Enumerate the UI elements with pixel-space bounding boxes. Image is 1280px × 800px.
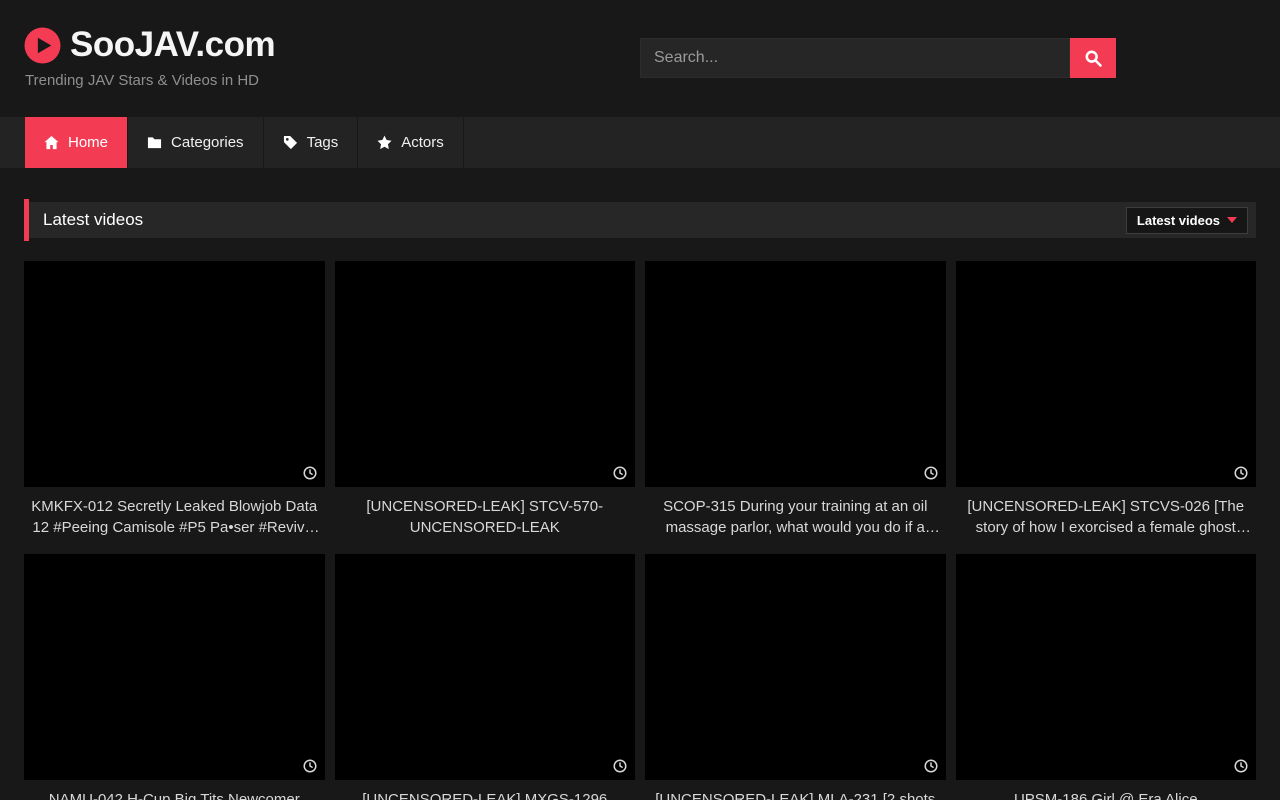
video-card: NAMU-042 H-Cup Big Tits Newcomer (170cm … <box>24 554 325 800</box>
search-form <box>640 38 1116 78</box>
site-header: SooJAV.com Trending JAV Stars & Videos i… <box>0 0 1280 117</box>
nav-item-categories[interactable]: Categories <box>128 117 264 168</box>
star-icon <box>377 135 392 150</box>
sort-dropdown-label: Latest videos <box>1137 213 1220 228</box>
nav-item-tags[interactable]: Tags <box>264 117 359 168</box>
search-input[interactable] <box>640 38 1070 78</box>
nav-item-label: Home <box>68 134 108 151</box>
main-nav: Home Categories Tags Actors <box>0 117 1280 168</box>
nav-item-home[interactable]: Home <box>25 117 128 168</box>
video-title[interactable]: SCOP-315 During your training at an oil … <box>649 496 942 538</box>
chevron-down-icon <box>1227 217 1237 223</box>
video-card: [UNCENSORED-LEAK] MLA-231 [2 shots in <box>645 554 946 800</box>
clock-icon <box>924 759 938 773</box>
home-icon <box>44 135 59 150</box>
video-title[interactable]: [UNCENSORED-LEAK] MXGS-1296 Absolutely <box>339 789 632 800</box>
clock-icon <box>613 759 627 773</box>
video-title[interactable]: [UNCENSORED-LEAK] STCV-570-UNCENSORED-LE… <box>339 496 632 538</box>
video-card: [UNCENSORED-LEAK] MXGS-1296 Absolutely <box>335 554 636 800</box>
play-circle-icon <box>24 27 61 64</box>
video-card: KMKFX-012 Secretly Leaked Blowjob Data 1… <box>24 261 325 554</box>
clock-icon <box>303 759 317 773</box>
section-title: Latest videos <box>43 210 143 230</box>
video-title[interactable]: [UNCENSORED-LEAK] STCVS-026 [The story o… <box>960 496 1253 538</box>
nav-item-label: Tags <box>307 134 339 151</box>
video-thumbnail[interactable] <box>335 554 636 780</box>
video-card: SCOP-315 During your training at an oil … <box>645 261 946 554</box>
video-card: UPSM-186 Girl @ Era Alice <box>956 554 1257 800</box>
video-card: [UNCENSORED-LEAK] STCV-570-UNCENSORED-LE… <box>335 261 636 554</box>
video-title[interactable]: [UNCENSORED-LEAK] MLA-231 [2 shots in <box>649 789 942 800</box>
tag-icon <box>283 135 298 150</box>
search-button[interactable] <box>1070 38 1116 78</box>
search-icon <box>1085 50 1102 67</box>
video-thumbnail[interactable] <box>24 261 325 487</box>
site-tagline: Trending JAV Stars & Videos in HD <box>25 72 259 89</box>
site-logo[interactable]: SooJAV.com <box>24 25 275 65</box>
section-header-bar: Latest videos Latest videos <box>24 202 1256 238</box>
nav-item-label: Actors <box>401 134 444 151</box>
nav-item-label: Categories <box>171 134 244 151</box>
nav-item-actors[interactable]: Actors <box>358 117 464 168</box>
clock-icon <box>303 466 317 480</box>
clock-icon <box>924 466 938 480</box>
video-grid: KMKFX-012 Secretly Leaked Blowjob Data 1… <box>24 261 1256 800</box>
site-title: SooJAV.com <box>70 25 275 65</box>
video-title[interactable]: KMKFX-012 Secretly Leaked Blowjob Data 1… <box>28 496 321 538</box>
clock-icon <box>1234 759 1248 773</box>
video-thumbnail[interactable] <box>956 554 1257 780</box>
video-title[interactable]: NAMU-042 H-Cup Big Tits Newcomer (170cm … <box>28 789 321 800</box>
video-thumbnail[interactable] <box>645 261 946 487</box>
clock-icon <box>1234 466 1248 480</box>
video-thumbnail[interactable] <box>645 554 946 780</box>
folder-icon <box>147 135 162 150</box>
video-title[interactable]: UPSM-186 Girl @ Era Alice <box>960 789 1253 800</box>
sort-dropdown-button[interactable]: Latest videos <box>1126 207 1248 234</box>
video-thumbnail[interactable] <box>335 261 636 487</box>
video-thumbnail[interactable] <box>956 261 1257 487</box>
video-card: [UNCENSORED-LEAK] STCVS-026 [The story o… <box>956 261 1257 554</box>
video-thumbnail[interactable] <box>24 554 325 780</box>
clock-icon <box>613 466 627 480</box>
